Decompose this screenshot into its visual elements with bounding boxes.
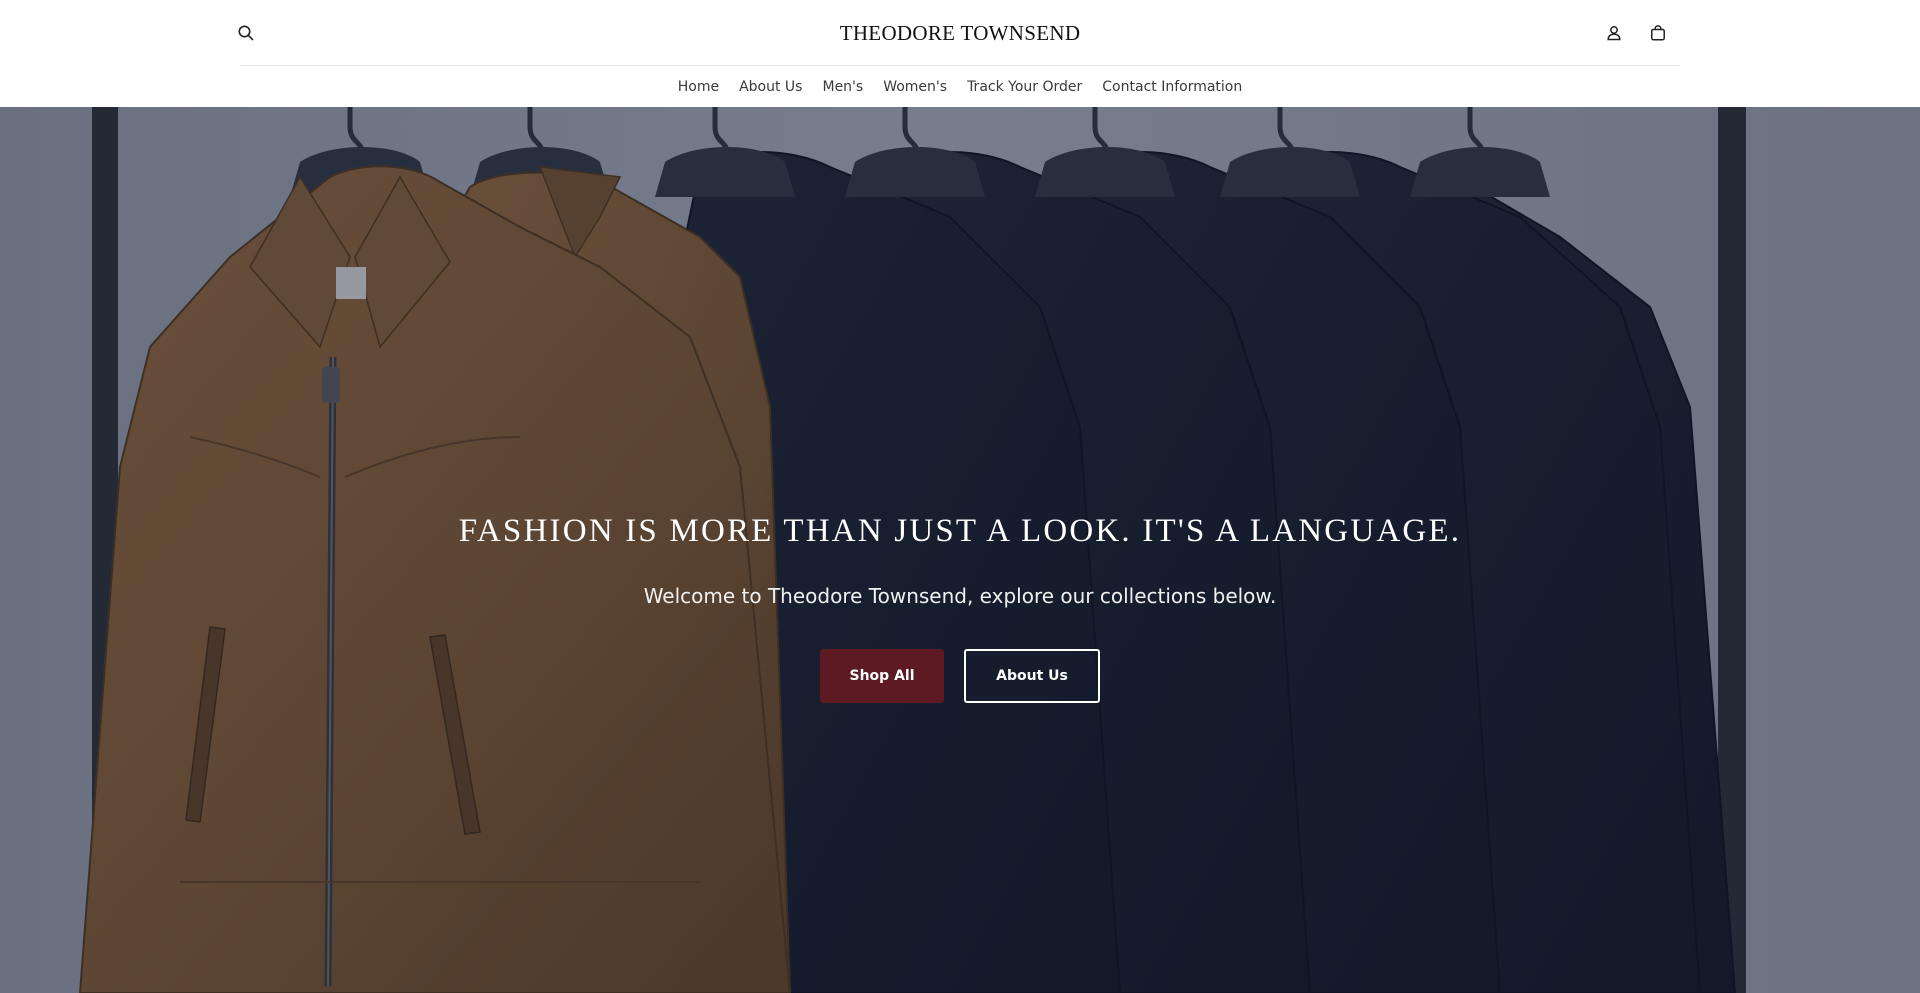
brand-logo[interactable]: THEODORE TOWNSEND bbox=[240, 20, 1680, 46]
nav-item-track-order[interactable]: Track Your Order bbox=[967, 77, 1082, 97]
nav-item-contact[interactable]: Contact Information bbox=[1102, 77, 1242, 97]
account-icon bbox=[1605, 24, 1623, 42]
hero-banner: FASHION IS MORE THAN JUST A LOOK. IT'S A… bbox=[0, 107, 1920, 993]
hero-subtitle: Welcome to Theodore Townsend, explore ou… bbox=[643, 584, 1277, 608]
header-top-bar: THEODORE TOWNSEND bbox=[238, 0, 1680, 66]
nav-item-mens[interactable]: Men's bbox=[822, 77, 863, 97]
main-nav: Home About Us Men's Women's Track Your O… bbox=[0, 66, 1920, 107]
about-us-button[interactable]: About Us bbox=[964, 649, 1100, 703]
shopping-bag-icon bbox=[1649, 24, 1667, 42]
cart-button[interactable] bbox=[1642, 17, 1674, 49]
site-header: THEODORE TOWNSEND Home About Us Men's Wo… bbox=[0, 0, 1920, 107]
nav-item-womens[interactable]: Women's bbox=[883, 77, 947, 97]
shop-all-button[interactable]: Shop All bbox=[820, 649, 944, 703]
nav-item-home[interactable]: Home bbox=[678, 77, 719, 97]
account-button[interactable] bbox=[1598, 17, 1630, 49]
nav-item-about-us[interactable]: About Us bbox=[739, 77, 802, 97]
hero-title: FASHION IS MORE THAN JUST A LOOK. IT'S A… bbox=[458, 513, 1462, 549]
